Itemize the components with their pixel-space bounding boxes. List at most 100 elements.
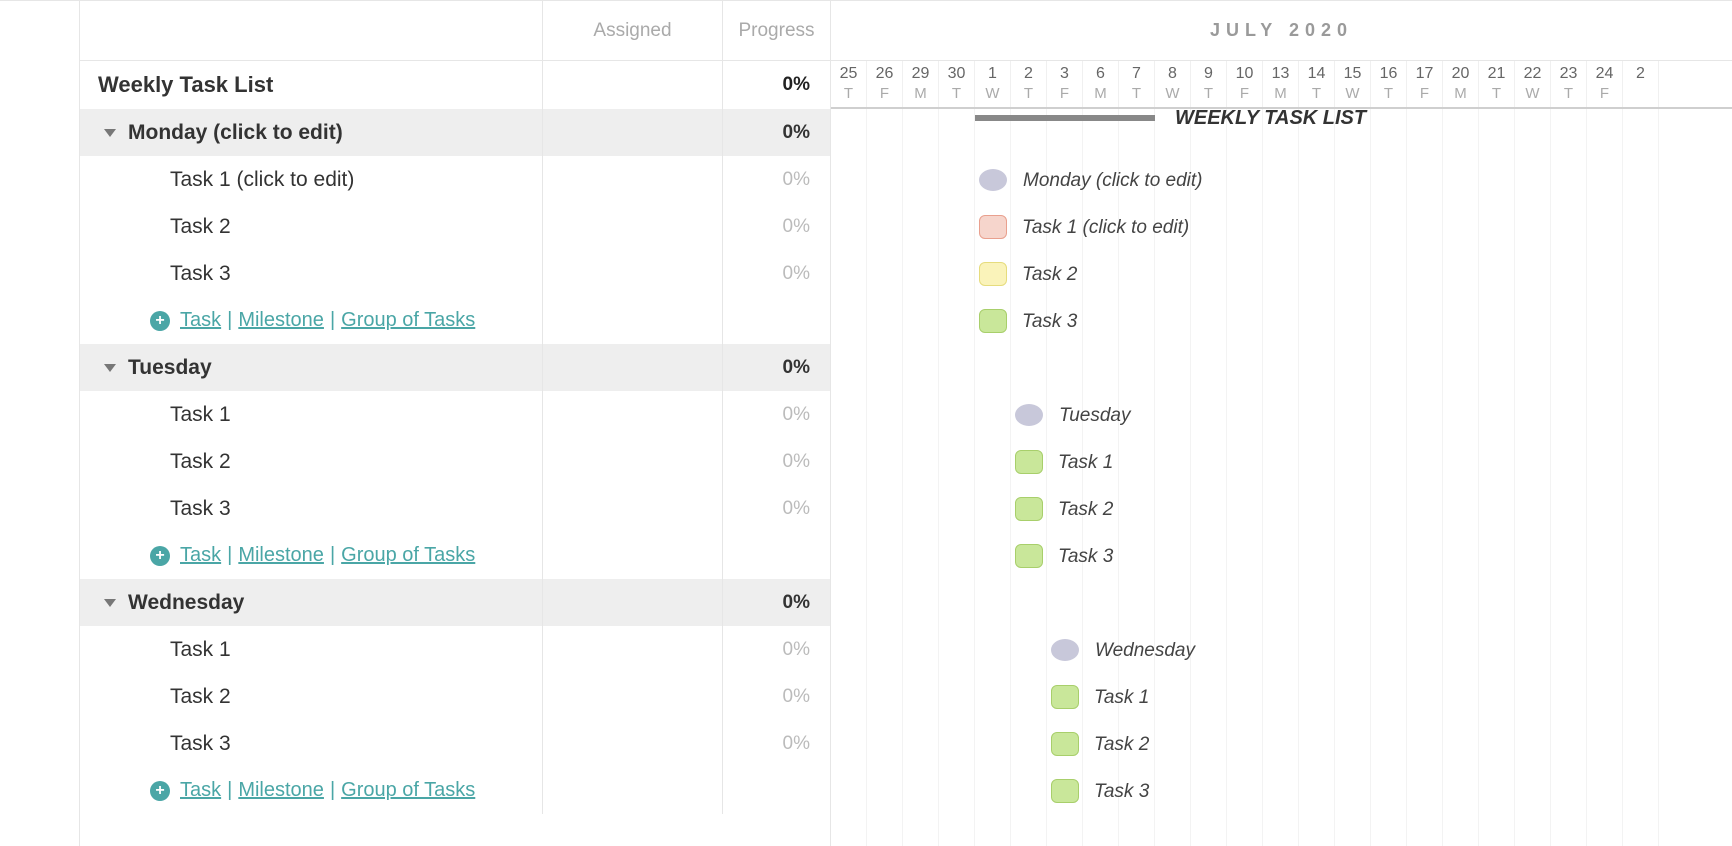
gantt-bar[interactable]: Task 3 — [979, 309, 1007, 333]
day-column[interactable]: 21T — [1479, 61, 1515, 107]
add-task-link[interactable]: Task — [180, 309, 221, 332]
gantt-bar[interactable]: Task 2 — [979, 262, 1007, 286]
gantt-bar[interactable]: Task 2 — [1051, 732, 1079, 756]
plus-icon[interactable]: + — [150, 546, 170, 566]
task-name[interactable]: Task 3 — [170, 262, 231, 286]
day-column[interactable]: 22W — [1515, 61, 1551, 107]
gantt-bar[interactable]: Task 3 — [1051, 779, 1079, 803]
task-row[interactable]: Task 30% — [80, 720, 830, 767]
day-column[interactable]: 10F — [1227, 61, 1263, 107]
project-name[interactable]: Weekly Task List — [98, 72, 273, 98]
task-name[interactable]: Task 1 (click to edit) — [170, 168, 354, 192]
task-row[interactable]: Task 30% — [80, 485, 830, 532]
gantt-bar[interactable]: Tuesday — [1015, 404, 1043, 426]
gantt-bar[interactable]: Wednesday — [1051, 639, 1079, 661]
day-column[interactable]: 15W — [1335, 61, 1371, 107]
task-row[interactable]: Task 20% — [80, 203, 830, 250]
gantt-bar[interactable]: Task 2 — [1015, 497, 1043, 521]
day-column[interactable]: 14T — [1299, 61, 1335, 107]
group-name[interactable]: Wednesday — [128, 591, 244, 615]
col-assigned-header[interactable]: Assigned — [542, 1, 722, 60]
task-row[interactable]: Task 20% — [80, 673, 830, 720]
task-row[interactable]: Task 20% — [80, 438, 830, 485]
add-group-link[interactable]: Group of Tasks — [341, 779, 475, 802]
plus-icon[interactable]: + — [150, 311, 170, 331]
add-group-link[interactable]: Group of Tasks — [341, 309, 475, 332]
project-summary-label: WEEKLY TASK LIST — [1175, 107, 1366, 130]
group-row[interactable]: Monday (click to edit)0% — [80, 109, 830, 156]
task-name[interactable]: Task 3 — [170, 497, 231, 521]
plus-icon[interactable]: + — [150, 781, 170, 801]
add-milestone-link[interactable]: Milestone — [238, 309, 324, 332]
day-column[interactable]: 2 — [1623, 61, 1659, 107]
task-name[interactable]: Task 2 — [170, 450, 231, 474]
gantt-bar-label: Task 2 — [1058, 498, 1113, 522]
gantt-bar-label: Monday (click to edit) — [1023, 169, 1203, 193]
task-row[interactable]: Task 1 (click to edit)0% — [80, 156, 830, 203]
day-column[interactable]: 29M — [903, 61, 939, 107]
day-column[interactable]: 30T — [939, 61, 975, 107]
gantt-bar-label: Task 1 — [1058, 451, 1113, 475]
group-name[interactable]: Tuesday — [128, 356, 212, 380]
day-column[interactable]: 8W — [1155, 61, 1191, 107]
col-name-header — [80, 1, 542, 60]
project-row[interactable]: Weekly Task List0% — [80, 61, 830, 109]
gantt-bar[interactable]: Task 1 — [1051, 685, 1079, 709]
day-column[interactable]: 1W — [975, 61, 1011, 107]
left-gutter — [0, 1, 80, 846]
collapse-caret-icon[interactable] — [104, 599, 116, 607]
day-letter: T — [1119, 85, 1154, 102]
add-task-link[interactable]: Task — [180, 544, 221, 567]
task-name[interactable]: Task 1 — [170, 403, 231, 427]
day-column[interactable]: 17F — [1407, 61, 1443, 107]
day-column[interactable]: 16T — [1371, 61, 1407, 107]
gantt-bar-label: Task 1 (click to edit) — [1022, 216, 1189, 240]
day-column[interactable]: 25T — [831, 61, 867, 107]
day-column[interactable]: 6M — [1083, 61, 1119, 107]
day-column[interactable]: 2T — [1011, 61, 1047, 107]
day-column[interactable]: 23 T — [1551, 61, 1587, 107]
add-milestone-link[interactable]: Milestone — [238, 779, 324, 802]
col-progress-header[interactable]: Progress — [722, 1, 830, 60]
day-column[interactable]: 13M — [1263, 61, 1299, 107]
gantt-bar[interactable]: Task 1 — [1015, 450, 1043, 474]
add-group-link[interactable]: Group of Tasks — [341, 544, 475, 567]
day-number: 7 — [1119, 65, 1154, 83]
day-number: 10 — [1227, 65, 1262, 83]
gantt-bar[interactable]: Monday (click to edit) — [979, 169, 1007, 191]
task-row[interactable]: Task 30% — [80, 250, 830, 297]
day-number: 2 — [1011, 65, 1046, 83]
group-name[interactable]: Monday (click to edit) — [128, 121, 343, 145]
add-milestone-link[interactable]: Milestone — [238, 544, 324, 567]
task-name[interactable]: Task 2 — [170, 215, 231, 239]
gantt-bar-label: Tuesday — [1059, 404, 1130, 428]
group-row[interactable]: Wednesday0% — [80, 579, 830, 626]
group-row[interactable]: Tuesday0% — [80, 344, 830, 391]
day-column[interactable]: 20M — [1443, 61, 1479, 107]
gantt-bar[interactable]: Task 1 (click to edit) — [979, 215, 1007, 239]
task-name[interactable]: Task 2 — [170, 685, 231, 709]
project-summary-bar[interactable] — [975, 115, 1155, 121]
task-row[interactable]: Task 10% — [80, 626, 830, 673]
timeline-panel[interactable]: JULY 2020 25T26F29M30T1W2T3F6M7T8W9T10F1… — [830, 1, 1732, 846]
day-column[interactable]: 26F — [867, 61, 903, 107]
separator: | — [330, 544, 335, 567]
add-task-link[interactable]: Task — [180, 779, 221, 802]
day-letter: T — [831, 85, 866, 102]
collapse-caret-icon[interactable] — [104, 129, 116, 137]
day-letter: T — [1551, 85, 1586, 102]
day-column[interactable]: 3F — [1047, 61, 1083, 107]
task-name[interactable]: Task 3 — [170, 732, 231, 756]
task-row[interactable]: Task 10% — [80, 391, 830, 438]
timeline-day-header: 25T26F29M30T1W2T3F6M7T8W9T10F13M14T15W16… — [831, 61, 1732, 109]
day-column[interactable]: 9T — [1191, 61, 1227, 107]
gantt-bar[interactable]: Task 3 — [1015, 544, 1043, 568]
day-column[interactable]: 24F — [1587, 61, 1623, 107]
gantt-body[interactable]: WEEKLY TASK LIST Monday (click to edit) Ta… — [831, 109, 1732, 846]
day-letter: F — [867, 85, 902, 102]
day-letter: M — [903, 85, 938, 102]
day-number: 23 — [1551, 65, 1586, 83]
day-column[interactable]: 7T — [1119, 61, 1155, 107]
task-name[interactable]: Task 1 — [170, 638, 231, 662]
collapse-caret-icon[interactable] — [104, 364, 116, 372]
